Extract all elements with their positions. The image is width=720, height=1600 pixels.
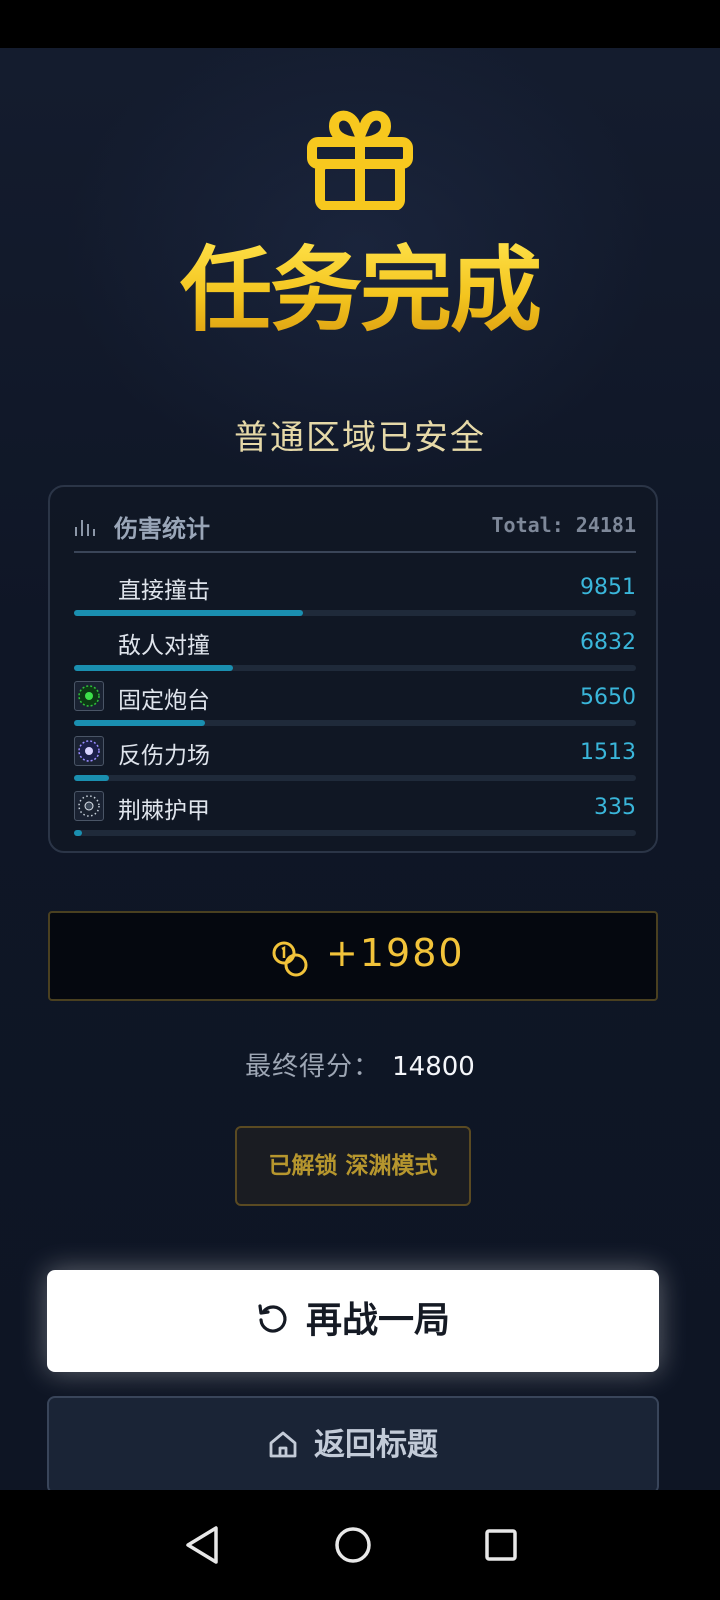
gift-icon xyxy=(307,110,413,210)
recents-nav-icon[interactable] xyxy=(466,1510,536,1580)
home-icon xyxy=(269,1431,297,1457)
bar-chart-icon xyxy=(75,520,95,536)
damage-stat-row: 反伤力场 1513 xyxy=(74,730,636,781)
force-field-icon xyxy=(74,736,104,766)
damage-stat-bar-fill xyxy=(74,610,303,616)
final-score-label: 最终得分： xyxy=(245,1052,381,1082)
damage-stat-bar-fill xyxy=(74,720,205,726)
back-nav-icon[interactable] xyxy=(168,1510,238,1580)
damage-stat-bar xyxy=(74,775,636,781)
play-again-label: 再战一局 xyxy=(305,1300,450,1341)
return-title-content: 返回标题 xyxy=(49,1398,657,1492)
system-nav-bar xyxy=(0,1490,720,1600)
damage-stat-name: 荆棘护甲 xyxy=(118,798,210,824)
damage-stats-total: Total: 24181 xyxy=(491,513,637,537)
coin-reward-value: +1980 xyxy=(326,931,465,975)
thorn-armor-icon xyxy=(74,791,104,821)
damage-stat-row: 固定炮台 5650 xyxy=(74,675,636,726)
play-again-content: 再战一局 xyxy=(47,1270,659,1372)
damage-stat-name: 固定炮台 xyxy=(118,688,210,714)
return-title-button[interactable]: 返回标题 xyxy=(47,1396,659,1494)
turret-icon xyxy=(74,681,104,711)
damage-stat-bar-fill xyxy=(74,665,233,671)
status-bar xyxy=(0,0,720,48)
unlock-badge: 已解锁 深渊模式 xyxy=(235,1126,471,1206)
result-title: 任务完成 xyxy=(0,236,720,346)
damage-stat-bar xyxy=(74,610,636,616)
home-nav-icon[interactable] xyxy=(318,1510,388,1580)
damage-stat-bar-fill xyxy=(74,775,109,781)
damage-stat-value: 5650 xyxy=(580,685,636,710)
result-subtitle: 普通区域已安全 xyxy=(234,418,486,458)
refresh-icon xyxy=(258,1304,287,1333)
damage-stat-value: 335 xyxy=(594,795,636,820)
damage-stat-bar-fill xyxy=(74,830,82,836)
damage-stats-title: 伤害统计 xyxy=(114,515,210,543)
damage-stat-name: 敌人对撞 xyxy=(118,633,210,659)
coins-icon xyxy=(272,941,308,977)
damage-stat-bar xyxy=(74,665,636,671)
final-score: 最终得分： 14800 xyxy=(0,1046,720,1083)
damage-stat-bar xyxy=(74,720,636,726)
return-title-label: 返回标题 xyxy=(314,1427,438,1463)
damage-stat-row: 直接撞击 9851 xyxy=(74,565,636,616)
damage-stat-value: 1513 xyxy=(580,740,636,765)
damage-stat-row: 荆棘护甲 335 xyxy=(74,785,636,836)
damage-stat-bar xyxy=(74,830,636,836)
damage-stats-header: 伤害统计 Total: 24181 xyxy=(74,507,636,553)
damage-stats-panel: 伤害统计 Total: 24181 直接撞击 9851 敌人对撞 6832 固定炮台 56… xyxy=(48,485,658,853)
coin-reward: +1980 xyxy=(48,911,658,1001)
play-again-button[interactable]: 再战一局 xyxy=(47,1270,659,1372)
damage-stat-row: 敌人对撞 6832 xyxy=(74,620,636,671)
damage-stat-name: 反伤力场 xyxy=(118,743,210,769)
final-score-value: 14800 xyxy=(392,1052,475,1082)
damage-stat-value: 9851 xyxy=(580,575,636,600)
screen: 任务完成 普通区域已安全 伤害统计 Total: 24181 直接撞击 9851 敌… xyxy=(0,0,720,1600)
damage-stat-value: 6832 xyxy=(580,630,636,655)
damage-stat-name: 直接撞击 xyxy=(118,578,210,604)
result-screen: 任务完成 普通区域已安全 伤害统计 Total: 24181 直接撞击 9851 敌… xyxy=(0,48,720,1520)
